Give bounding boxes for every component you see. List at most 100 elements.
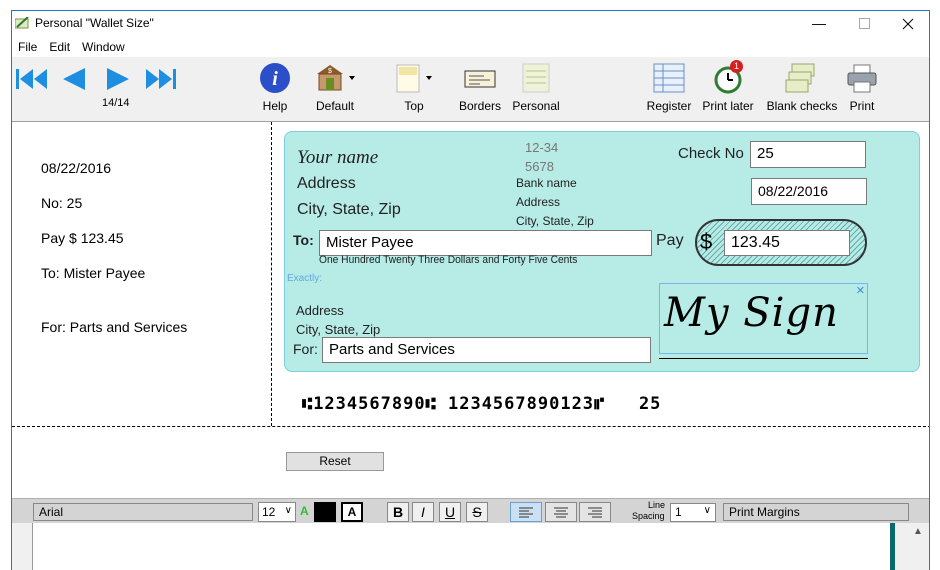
printer-icon — [847, 64, 877, 93]
top-layout-icon — [396, 64, 432, 93]
borders-icon — [464, 70, 496, 88]
default-button[interactable]: $ Default — [310, 62, 360, 113]
date-field[interactable]: 08/22/2016 — [751, 178, 867, 205]
blank-checks-button[interactable]: Blank checks — [764, 62, 840, 113]
memo-field[interactable]: Parts and Services — [322, 337, 651, 363]
stub-to: To: Mister Payee — [41, 265, 146, 281]
dollar-sign: $ — [700, 229, 713, 254]
print-button[interactable]: Print — [842, 62, 882, 113]
payer-address[interactable]: Address — [297, 175, 356, 193]
bank-address[interactable]: Address — [516, 195, 560, 209]
font-color-swatch[interactable] — [314, 502, 336, 522]
check: Your name Address City, State, Zip 12-34… — [284, 131, 920, 372]
menu-file[interactable]: File — [12, 37, 43, 57]
scroll-up-icon[interactable]: ▲ — [913, 526, 923, 537]
payee-city[interactable]: City, State, Zip — [296, 322, 380, 337]
print-later-button[interactable]: 1 Print later — [700, 60, 756, 113]
bank-city[interactable]: City, State, Zip — [516, 214, 594, 228]
amount-words: One Hundred Twenty Three Dollars and For… — [319, 254, 578, 266]
personal-icon — [522, 63, 550, 93]
menu-window[interactable]: Window — [76, 37, 131, 57]
menu-edit[interactable]: Edit — [43, 37, 76, 57]
signature-remove-icon[interactable]: ✕ — [856, 284, 865, 297]
toolbar: 14/14 i Help $ Default Top Borders Perso… — [12, 57, 929, 122]
personal-button[interactable]: Personal — [510, 62, 562, 113]
reset-button[interactable]: Reset — [286, 452, 384, 471]
line-spacing-label-2: Spacing — [632, 511, 665, 521]
line-spacing-value: 1 — [675, 505, 682, 519]
menu-bar: File Edit Window — [12, 37, 929, 57]
bank-icon: $ — [317, 65, 355, 91]
app-icon — [14, 16, 30, 29]
signature-box[interactable]: My Sign ✕ — [659, 283, 868, 354]
stub-date: 08/22/2016 — [41, 160, 112, 176]
font-size-value: 12 — [262, 505, 276, 519]
help-button[interactable]: i Help — [257, 62, 293, 113]
payer-city[interactable]: City, State, Zip — [297, 201, 401, 219]
stub-pay: Pay $ 123.45 — [41, 230, 124, 246]
page-divider — [12, 426, 929, 427]
routing-fraction-top: 12-34 — [525, 140, 559, 155]
italic-button[interactable]: I — [412, 502, 434, 522]
print-margins-button[interactable]: Print Margins — [723, 503, 909, 521]
title-bar: Personal "Wallet Size" — — [12, 11, 929, 37]
payee-address[interactable]: Address — [296, 303, 344, 318]
vertical-scrollbar[interactable]: ▲ — [907, 523, 929, 570]
first-page-icon[interactable] — [16, 67, 50, 94]
stub-number: No: 25 — [41, 195, 83, 211]
payee-field[interactable]: Mister Payee — [319, 230, 652, 256]
check-page: 08/22/2016 No: 25 Pay $ 123.45 To: Miste… — [12, 122, 929, 498]
your-name[interactable]: Your name — [297, 147, 378, 169]
amount-field[interactable]: 123.45 — [724, 230, 850, 256]
align-left-icon[interactable] — [510, 502, 542, 522]
blank-checks-icon — [785, 63, 815, 93]
bank-name[interactable]: Bank name — [516, 176, 577, 190]
line-spacing-label-1: Line — [648, 500, 666, 510]
page-indicator: 14/14 — [102, 97, 130, 109]
stub-divider — [271, 122, 272, 426]
strikethrough-button[interactable]: S — [466, 502, 488, 522]
previous-page-icon[interactable] — [61, 67, 87, 94]
close-icon[interactable] — [898, 14, 918, 34]
check-no-label: Check No — [678, 145, 744, 162]
next-page-icon[interactable] — [105, 67, 131, 94]
editor-left-edge — [12, 523, 33, 570]
check-no-field[interactable]: 25 — [750, 141, 866, 168]
editor-right-edge — [890, 523, 895, 570]
chevron-down-icon: ∨ — [284, 505, 292, 516]
svg-text:i: i — [272, 68, 278, 90]
svg-text:$: $ — [328, 68, 332, 75]
pay-label: Pay — [656, 232, 684, 249]
borders-button[interactable]: Borders — [458, 62, 502, 113]
routing-fraction-bottom: 5678 — [525, 159, 554, 174]
bold-button[interactable]: B — [387, 502, 409, 522]
signature-line — [659, 358, 868, 359]
font-select[interactable]: Arial — [33, 503, 253, 521]
to-label: To: — [293, 232, 314, 248]
minimize-icon[interactable]: — — [809, 13, 829, 33]
font-size-select[interactable]: 12 ∨ — [258, 502, 296, 522]
align-center-icon[interactable] — [545, 502, 577, 522]
stub-for: For: Parts and Services — [41, 319, 188, 335]
underline-button[interactable]: U — [439, 502, 461, 522]
exactly-label: Exactly: — [287, 273, 323, 284]
for-label: For: — [293, 341, 318, 357]
text-editor[interactable] — [33, 523, 890, 570]
register-button[interactable]: Register — [644, 62, 694, 113]
chevron-down-icon: ∨ — [703, 505, 711, 516]
app-window: Personal "Wallet Size" — File Edit Window … — [11, 10, 930, 570]
highlight-button[interactable]: A — [341, 502, 363, 522]
amount-box: $ 123.45 — [695, 219, 867, 266]
signature-image: My Sign — [664, 290, 839, 336]
top-button[interactable]: Top — [392, 62, 436, 113]
align-right-icon[interactable] — [579, 502, 611, 522]
editor-area: ▲ — [12, 523, 929, 570]
help-icon: i — [260, 63, 290, 93]
micr-line: ⑆1234567890⑆ 1234567890123⑈ 25 — [302, 394, 662, 414]
font-color-button[interactable]: A — [300, 504, 309, 518]
maximize-icon[interactable] — [854, 14, 874, 34]
line-spacing-select[interactable]: 1 ∨ — [670, 503, 716, 522]
format-toolbar: Arial 12 ∨ A A B I U S Line Spacing 1 ∨ … — [12, 498, 929, 523]
window-title: Personal "Wallet Size" — [35, 16, 154, 30]
last-page-icon[interactable] — [143, 67, 177, 94]
